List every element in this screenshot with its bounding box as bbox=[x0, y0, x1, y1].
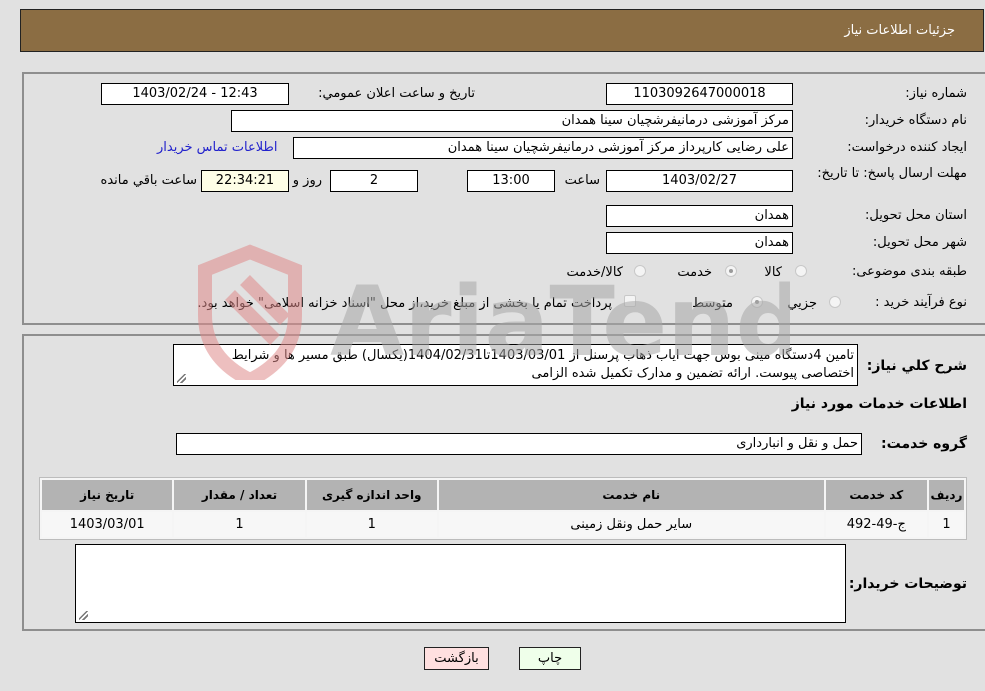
col-unit: واحد اندازه گیری bbox=[306, 480, 437, 510]
cell-unit: 1 bbox=[306, 512, 437, 537]
city-field: همدان bbox=[606, 232, 793, 254]
cell-need-date: 1403/03/01 bbox=[42, 512, 173, 537]
buyer-notes-text bbox=[76, 545, 845, 549]
category-label: طبقه بندی موضوعی: bbox=[851, 264, 967, 279]
need-number-field: 1103092647000018 bbox=[606, 83, 793, 105]
cell-row-number: 1 bbox=[928, 512, 964, 537]
treasury-payment-note: پرداخت تمام یا بخشی از مبلغ خرید،از محل … bbox=[197, 296, 612, 311]
table-row: 1 ج-49-492 سایر حمل ونقل زمینی 1 1 1403/… bbox=[42, 512, 964, 537]
description-text: تامین 4دستگاه مینی بوس جهت ایاب ذهاب پرس… bbox=[231, 348, 854, 381]
buyer-org-field: مرکز آموزشی درمانیفرشچیان سینا همدان bbox=[231, 110, 793, 132]
buyer-notes-label: توضیحات خریدار: bbox=[848, 576, 967, 592]
days-label: روز و bbox=[292, 173, 322, 188]
need-number-label: شماره نیاز: bbox=[905, 86, 967, 101]
page-title: جزئیات اطلاعات نیاز bbox=[844, 23, 955, 38]
description-textarea[interactable]: تامین 4دستگاه مینی بوس جهت ایاب ذهاب پرس… bbox=[173, 344, 858, 386]
days-remaining-field: 2 bbox=[330, 170, 418, 192]
buyer-notes-textarea[interactable] bbox=[75, 544, 846, 623]
col-service-name: نام خدمت bbox=[438, 480, 824, 510]
buyer-contact-link[interactable]: اطلاعات تماس خریدار bbox=[157, 140, 277, 155]
category-radio-goods-service[interactable] bbox=[634, 265, 646, 277]
category-option-goods-service: کالا/خدمت bbox=[566, 265, 623, 280]
back-button[interactable]: بازگشت bbox=[424, 647, 489, 670]
process-label: نوع فرآیند خرید : bbox=[875, 295, 967, 310]
treasury-payment-checkbox[interactable] bbox=[624, 295, 636, 307]
service-group-label: گروه خدمت: bbox=[881, 436, 967, 452]
resize-handle-icon[interactable] bbox=[79, 611, 88, 620]
col-need-date: تاریخ نیاز bbox=[42, 480, 173, 510]
description-label: شرح كلي نياز: bbox=[866, 358, 967, 374]
province-label: استان محل تحویل: bbox=[865, 208, 967, 223]
process-radio-minor[interactable] bbox=[829, 296, 841, 308]
print-button[interactable]: چاپ bbox=[519, 647, 581, 670]
category-option-goods: کالا bbox=[764, 265, 782, 280]
table-header-row: ردیف کد خدمت نام خدمت واحد اندازه گیری ت… bbox=[42, 480, 964, 510]
remaining-time-label: ساعت باقي مانده bbox=[100, 173, 197, 188]
process-option-medium: متوسط bbox=[692, 296, 733, 311]
city-label: شهر محل تحویل: bbox=[872, 235, 967, 250]
deadline-time-field: 13:00 bbox=[467, 170, 555, 192]
col-quantity: تعداد / مقدار bbox=[174, 480, 305, 510]
category-option-service: خدمت bbox=[677, 265, 712, 280]
services-section-title: اطلاعات خدمات مورد نياز bbox=[791, 396, 967, 412]
category-radio-service[interactable] bbox=[725, 265, 737, 277]
deadline-time-label: ساعت bbox=[564, 173, 600, 188]
service-group-field: حمل و نقل و انبارداری bbox=[176, 433, 862, 455]
process-option-minor: جزيي bbox=[787, 296, 817, 311]
category-radio-goods[interactable] bbox=[795, 265, 807, 277]
remaining-time-field: 22:34:21 bbox=[201, 170, 289, 192]
process-radio-medium[interactable] bbox=[751, 296, 763, 308]
announce-datetime-field: 1403/02/24 - 12:43 bbox=[101, 83, 289, 105]
cell-quantity: 1 bbox=[174, 512, 305, 537]
page-header: جزئیات اطلاعات نیاز bbox=[20, 9, 984, 52]
province-field: همدان bbox=[606, 205, 793, 227]
creator-label: ایجاد کننده درخواست: bbox=[847, 140, 967, 155]
announce-label: تاريخ و ساعت اعلان عمومي: bbox=[318, 86, 475, 101]
deadline-label: مهلت ارسال پاسخ: تا تاریخ: bbox=[817, 166, 967, 181]
col-service-code: کد خدمت bbox=[825, 480, 927, 510]
buyer-org-label: نام دستگاه خریدار: bbox=[864, 113, 967, 128]
col-row-number: ردیف bbox=[928, 480, 964, 510]
deadline-date-field: 1403/02/27 bbox=[606, 170, 793, 192]
cell-service-code: ج-49-492 bbox=[825, 512, 927, 537]
resize-handle-icon[interactable] bbox=[177, 374, 186, 383]
services-table: ردیف کد خدمت نام خدمت واحد اندازه گیری ت… bbox=[39, 477, 967, 540]
creator-field: علی رضایی کارپرداز مرکز آموزشی درمانیفرش… bbox=[293, 137, 793, 159]
cell-service-name: سایر حمل ونقل زمینی bbox=[438, 512, 824, 537]
